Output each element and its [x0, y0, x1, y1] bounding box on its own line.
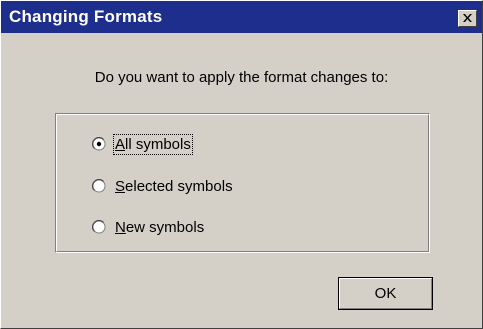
- radio-unselected-icon: [92, 220, 106, 234]
- ok-button[interactable]: OK: [338, 277, 433, 310]
- close-button[interactable]: [458, 10, 477, 27]
- options-group: All symbols Selected symbols New symbols: [55, 113, 430, 253]
- radio-all-symbols[interactable]: All symbols: [92, 133, 193, 155]
- changing-formats-dialog: Changing Formats Do you want to apply th…: [0, 0, 483, 329]
- radio-label-new-symbols: New symbols: [115, 218, 205, 236]
- radio-selected-icon: [92, 137, 106, 151]
- ok-button-label: OK: [339, 278, 432, 309]
- radio-label-selected-symbols: Selected symbols: [115, 177, 233, 195]
- radio-label-all-symbols: All symbols: [113, 133, 193, 155]
- radio-unselected-icon: [92, 179, 106, 193]
- prompt-text: Do you want to apply the format changes …: [94, 69, 389, 86]
- dialog-title: Changing Formats: [9, 7, 163, 26]
- radio-new-symbols[interactable]: New symbols: [92, 217, 204, 237]
- close-icon: [463, 14, 472, 22]
- radio-selected-symbols[interactable]: Selected symbols: [92, 176, 233, 196]
- title-bar: Changing Formats: [1, 1, 482, 33]
